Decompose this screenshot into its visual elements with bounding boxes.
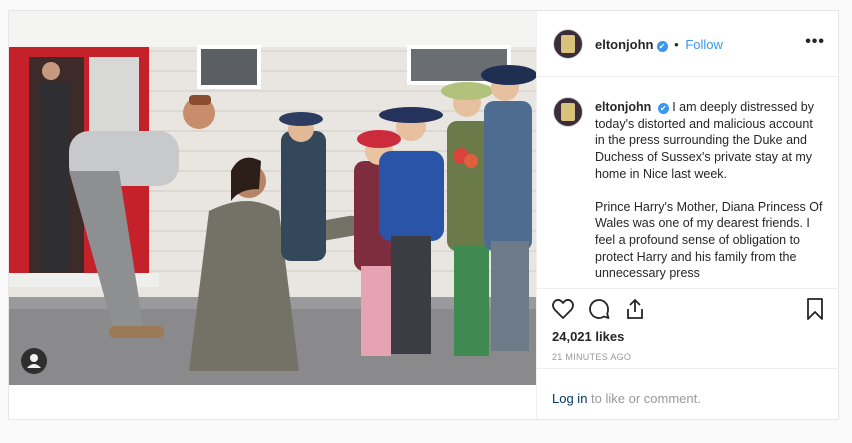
login-prompt: Log in to like or comment. xyxy=(552,391,701,406)
post-photo-image xyxy=(9,11,536,385)
heart-icon[interactable] xyxy=(551,297,575,321)
follow-button[interactable]: Follow xyxy=(685,37,723,52)
comment-bar: Log in to like or comment. xyxy=(537,368,839,420)
likes-count[interactable]: 24,021 likes xyxy=(552,329,624,344)
more-options-icon[interactable]: ••• xyxy=(805,33,825,51)
caption-avatar[interactable] xyxy=(553,97,583,127)
separator-dot: • xyxy=(674,37,679,52)
action-bar: 24,021 likes 21 MINUTES AGO xyxy=(537,288,839,377)
caption: eltonjohn ✔ I am deeply distressed by to… xyxy=(595,99,823,287)
caption-area: eltonjohn ✔ I am deeply distressed by to… xyxy=(537,77,839,287)
user-tag-icon[interactable] xyxy=(21,348,47,374)
caption-paragraph-2: Prince Harry's Mother, Diana Princess Of… xyxy=(595,199,823,281)
avatar[interactable] xyxy=(553,29,583,59)
likes-word: likes xyxy=(595,329,625,344)
comment-icon[interactable] xyxy=(587,297,611,321)
post-author: eltonjohn ✔ • Follow xyxy=(595,37,723,52)
login-link[interactable]: Log in xyxy=(552,391,587,406)
caption-paragraph-1: eltonjohn ✔ I am deeply distressed by to… xyxy=(595,99,823,183)
share-icon[interactable] xyxy=(623,297,647,321)
likes-number: 24,021 xyxy=(552,329,592,344)
bookmark-icon[interactable] xyxy=(803,297,827,321)
caption-verified-badge-icon: ✔ xyxy=(657,103,669,114)
post-header: eltonjohn ✔ • Follow ••• xyxy=(537,11,839,77)
instagram-post: eltonjohn ✔ • Follow ••• eltonjohn ✔ I am… xyxy=(8,10,839,420)
caption-username[interactable]: eltonjohn xyxy=(595,100,651,114)
username-link[interactable]: eltonjohn xyxy=(595,37,654,52)
login-prompt-text: to like or comment. xyxy=(587,391,701,406)
post-timestamp[interactable]: 21 MINUTES AGO xyxy=(552,352,631,362)
post-side-panel: eltonjohn ✔ • Follow ••• eltonjohn ✔ I am… xyxy=(536,11,839,419)
post-photo[interactable] xyxy=(9,11,536,385)
verified-badge-icon: ✔ xyxy=(656,41,668,52)
